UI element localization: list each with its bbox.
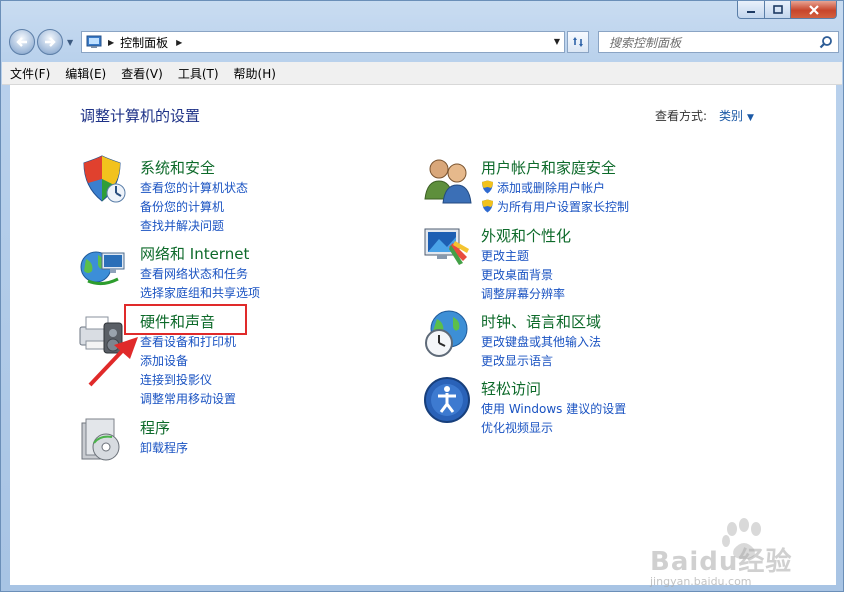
- chevron-down-icon: ▼: [747, 113, 754, 123]
- category-title-ease-of-access[interactable]: 轻松访问: [481, 378, 541, 399]
- close-icon: [808, 4, 819, 15]
- link-text: 为所有用户设置家长控制: [497, 200, 630, 214]
- menu-help[interactable]: 帮助(H): [226, 65, 283, 82]
- maximize-button[interactable]: [765, 1, 791, 19]
- category-system-security: 系统和安全 查看您的计算机状态 备份您的计算机 查找并解决问题: [78, 155, 378, 233]
- category-title-clock-language[interactable]: 时钟、语言和区域: [481, 311, 601, 332]
- watermark-url: jingyan.baidu.com: [650, 575, 752, 588]
- forward-arrow-icon: [45, 37, 56, 47]
- link-mobility-settings[interactable]: 调整常用移动设置: [140, 390, 236, 407]
- close-button[interactable]: [791, 1, 837, 19]
- navigation-bar: ▼ ▶ 控制面板 ▶ ▼: [1, 28, 843, 58]
- category-ease-of-access: 轻松访问 使用 Windows 建议的设置 优化视频显示: [423, 376, 723, 435]
- link-parental-controls[interactable]: 为所有用户设置家长控制: [481, 198, 629, 215]
- globe-network-icon[interactable]: [78, 241, 128, 291]
- back-button[interactable]: [9, 29, 35, 55]
- link-change-theme[interactable]: 更改主题: [481, 247, 529, 264]
- link-homegroup-sharing[interactable]: 选择家庭组和共享选项: [140, 284, 260, 301]
- minimize-button[interactable]: [737, 1, 765, 19]
- personalize-monitor-icon[interactable]: [423, 223, 473, 273]
- link-uninstall-program[interactable]: 卸载程序: [140, 439, 188, 456]
- link-devices-printers[interactable]: 查看设备和打印机: [140, 333, 236, 350]
- category-title-system-security[interactable]: 系统和安全: [140, 157, 215, 178]
- uac-shield-icon: [482, 180, 493, 194]
- link-keyboards-input[interactable]: 更改键盘或其他输入法: [481, 333, 601, 350]
- breadcrumb-control-panel[interactable]: 控制面板: [120, 34, 168, 51]
- programs-icon[interactable]: [78, 415, 128, 465]
- category-title-user-accounts[interactable]: 用户帐户和家庭安全: [481, 157, 616, 178]
- caption-buttons: [737, 1, 837, 19]
- link-check-computer-status[interactable]: 查看您的计算机状态: [140, 179, 248, 196]
- refresh-button[interactable]: [567, 31, 589, 53]
- category-user-accounts: 用户帐户和家庭安全 添加或删除用户帐户 为所有用户设置家长控制: [423, 155, 723, 214]
- menu-edit[interactable]: 编辑(E): [57, 65, 113, 82]
- link-add-remove-accounts[interactable]: 添加或删除用户帐户: [481, 179, 605, 196]
- category-network-internet: 网络和 Internet 查看网络状态和任务 选择家庭组和共享选项: [78, 241, 378, 301]
- link-connect-projector[interactable]: 连接到投影仪: [140, 371, 212, 388]
- link-text: 添加或删除用户帐户: [497, 181, 606, 195]
- link-display-language[interactable]: 更改显示语言: [481, 352, 553, 369]
- link-add-device[interactable]: 添加设备: [140, 352, 188, 369]
- minimize-icon: [747, 10, 755, 13]
- page-title: 调整计算机的设置: [80, 107, 201, 125]
- clock-globe-icon[interactable]: [423, 309, 473, 359]
- search-input[interactable]: [607, 33, 821, 53]
- category-title-network-internet[interactable]: 网络和 Internet: [140, 243, 249, 264]
- category-title-programs[interactable]: 程序: [140, 417, 170, 438]
- link-screen-resolution[interactable]: 调整屏幕分辨率: [481, 285, 565, 302]
- address-dropdown-icon[interactable]: ▼: [554, 37, 560, 46]
- link-backup-computer[interactable]: 备份您的计算机: [140, 198, 224, 215]
- link-troubleshoot[interactable]: 查找并解决问题: [140, 217, 224, 234]
- content-area: 调整计算机的设置 查看方式: 类别 ▼ 系统和安全 查看您的计算机状态 备份您的计…: [10, 85, 836, 588]
- maximize-icon: [772, 4, 783, 14]
- search-icon[interactable]: [819, 35, 833, 49]
- breadcrumb-separator-icon[interactable]: ▶: [176, 38, 182, 47]
- breadcrumb-separator-icon[interactable]: ▶: [108, 38, 114, 47]
- uac-shield-icon: [482, 199, 493, 213]
- menu-tools[interactable]: 工具(T): [170, 65, 226, 82]
- link-network-status[interactable]: 查看网络状态和任务: [140, 265, 248, 282]
- users-icon[interactable]: [423, 155, 473, 205]
- view-by-label: 查看方式:: [655, 109, 708, 123]
- address-bar[interactable]: ▶ 控制面板 ▶ ▼: [81, 31, 565, 53]
- link-recommended-settings[interactable]: 使用 Windows 建议的设置: [481, 400, 626, 417]
- menu-view[interactable]: 查看(V): [113, 65, 170, 82]
- back-arrow-icon: [16, 37, 27, 47]
- category-programs: 程序 卸载程序: [78, 415, 378, 465]
- shield-icon[interactable]: [78, 155, 128, 205]
- menu-bar: 文件(F) 编辑(E) 查看(V) 工具(T) 帮助(H): [2, 62, 842, 85]
- annotation-highlight-box: [124, 304, 247, 335]
- recent-pages-dropdown-icon[interactable]: ▼: [67, 38, 73, 47]
- annotation-arrow-icon: [88, 337, 138, 387]
- control-panel-window: ▼ ▶ 控制面板 ▶ ▼ 文件(F): [0, 0, 844, 592]
- search-box[interactable]: [598, 31, 839, 53]
- watermark-brand: Baidu经验: [650, 547, 793, 577]
- ease-of-access-icon[interactable]: [423, 376, 473, 426]
- control-panel-icon: [86, 35, 102, 48]
- view-by-dropdown[interactable]: 类别 ▼: [719, 107, 754, 124]
- link-desktop-background[interactable]: 更改桌面背景: [481, 266, 553, 283]
- forward-button[interactable]: [37, 29, 63, 55]
- category-title-appearance[interactable]: 外观和个性化: [481, 225, 571, 246]
- link-optimize-display[interactable]: 优化视频显示: [481, 419, 553, 436]
- view-by-value: 类别: [719, 109, 744, 123]
- category-appearance: 外观和个性化 更改主题 更改桌面背景 调整屏幕分辨率: [423, 223, 723, 301]
- menu-file[interactable]: 文件(F): [2, 65, 57, 82]
- category-clock-language: 时钟、语言和区域 更改键盘或其他输入法 更改显示语言: [423, 309, 723, 368]
- refresh-icon: [573, 37, 583, 47]
